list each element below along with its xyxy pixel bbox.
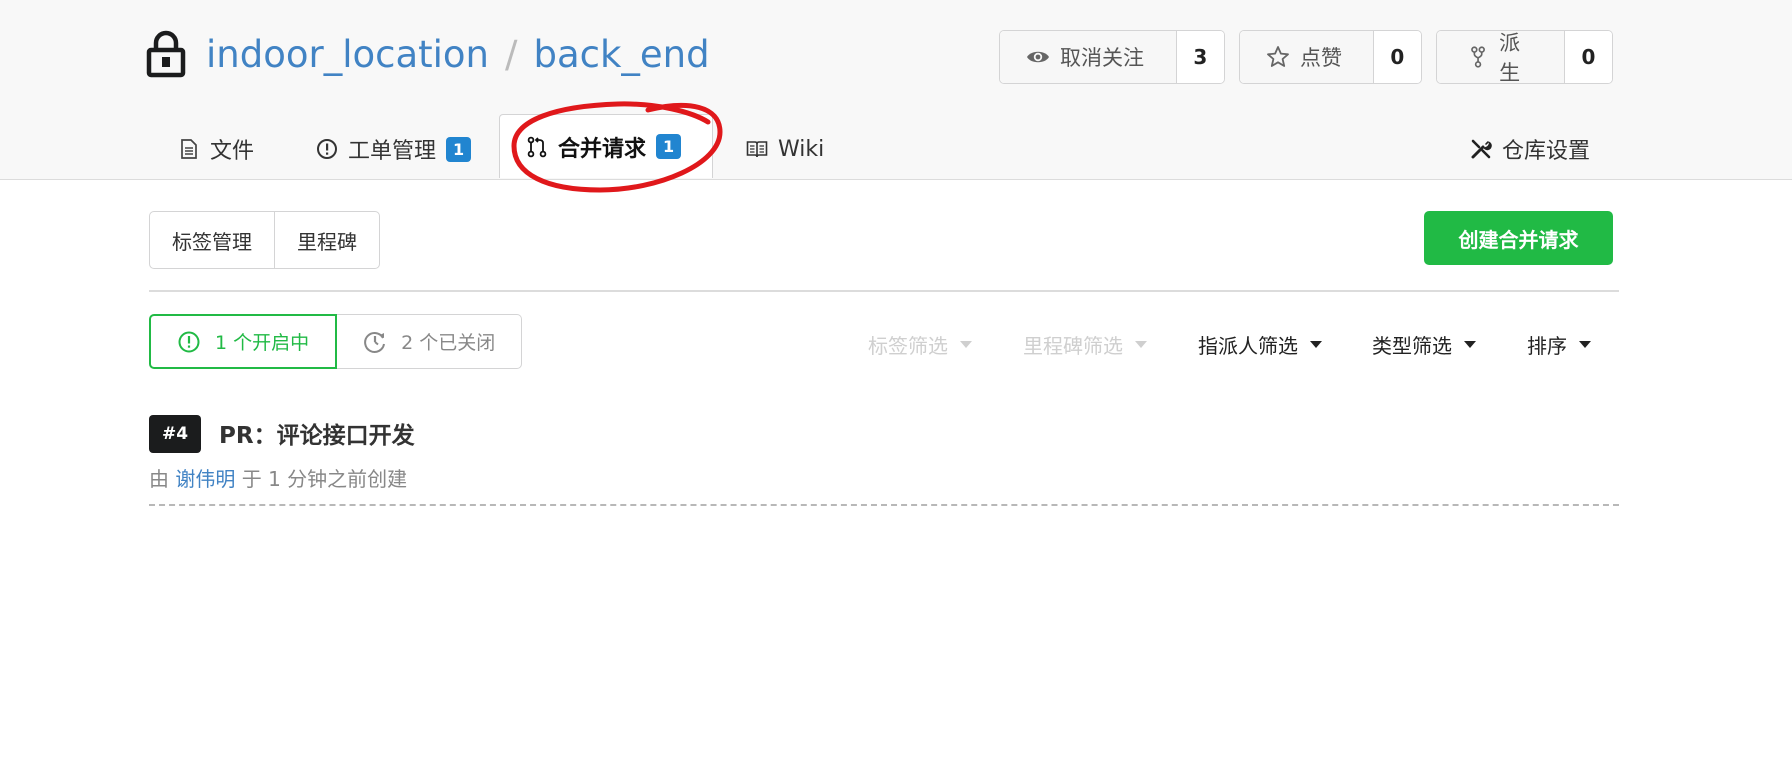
chevron-down-icon	[960, 340, 972, 348]
watch-count[interactable]: 3	[1176, 31, 1224, 83]
type-filter-label: 类型筛选	[1372, 333, 1452, 358]
issues-count-badge: 1	[446, 136, 472, 162]
tab-files-label: 文件	[210, 139, 255, 164]
repo-title: indoor_location / back_end	[146, 28, 710, 80]
labels-milestones-group: 标签管理 里程碑	[149, 211, 380, 269]
sort-label: 排序	[1527, 333, 1567, 358]
eye-icon	[1027, 51, 1049, 63]
closed-filter-button[interactable]: 2 个已关闭	[337, 314, 523, 369]
pr-number-label[interactable]: #4	[149, 415, 201, 453]
pr-meta-prefix: 由	[149, 467, 169, 491]
repo-header: indoor_location / back_end 取消关注 3 点赞 0 派…	[0, 0, 1792, 180]
star-button[interactable]: 点赞	[1240, 31, 1374, 83]
repo-name-link[interactable]: back_end	[533, 33, 709, 76]
fork-button-group: 派生 0	[1436, 30, 1613, 84]
watch-button-group: 取消关注 3	[999, 30, 1225, 84]
star-button-group: 点赞 0	[1239, 30, 1422, 84]
label-filter-label: 标签筛选	[868, 333, 948, 358]
unwatch-label: 取消关注	[1060, 46, 1144, 70]
milestone-filter-label: 里程碑筛选	[1023, 333, 1123, 358]
pr-author-link[interactable]: 谢伟明	[175, 467, 235, 491]
tab-pull-requests-label: 合并请求	[558, 136, 647, 162]
chevron-down-icon	[1310, 340, 1322, 348]
fork-icon	[1471, 46, 1485, 68]
tab-wiki-label: Wiki	[778, 136, 825, 162]
issue-opened-icon	[178, 331, 200, 352]
book-icon	[746, 141, 768, 158]
sort-dropdown[interactable]: 排序	[1527, 330, 1591, 358]
file-icon	[181, 139, 197, 159]
pr-meta-suffix: 于 1 分钟之前创建	[241, 467, 408, 491]
star-count[interactable]: 0	[1373, 31, 1421, 83]
create-pull-request-button[interactable]: 创建合并请求	[1424, 211, 1613, 265]
open-filter-button[interactable]: 1 个开启中	[149, 314, 338, 369]
repo-owner-link[interactable]: indoor_location	[206, 33, 489, 76]
tab-issues-label: 工单管理	[348, 139, 437, 164]
pr-meta: 由 谢伟明 于 1 分钟之前创建	[149, 463, 407, 492]
lock-icon	[146, 30, 186, 78]
assignee-filter-dropdown[interactable]: 指派人筛选	[1198, 330, 1322, 358]
unwatch-button[interactable]: 取消关注	[1000, 31, 1177, 83]
closed-count-label: 2 个已关闭	[401, 332, 496, 354]
state-toggle: 1 个开启中 2 个已关闭	[149, 314, 523, 369]
chevron-down-icon	[1464, 340, 1476, 348]
chevron-down-icon	[1135, 340, 1147, 348]
fork-button[interactable]: 派生	[1437, 31, 1565, 83]
issue-closed-icon	[364, 331, 386, 353]
fork-count[interactable]: 0	[1564, 31, 1612, 83]
pr-title-link[interactable]: PR：评论接口开发	[219, 416, 415, 450]
git-pull-request-icon	[527, 136, 547, 157]
tab-settings-label: 仓库设置	[1502, 139, 1591, 164]
milestones-button[interactable]: 里程碑	[274, 212, 379, 268]
star-icon	[1267, 46, 1289, 67]
tab-settings[interactable]: 仓库设置	[1470, 118, 1590, 180]
tab-wiki[interactable]: Wiki	[746, 118, 824, 180]
tools-icon	[1471, 139, 1492, 159]
issue-opened-icon	[317, 139, 337, 159]
fork-label: 派生	[1499, 31, 1521, 84]
pull-requests-count-badge: 1	[656, 134, 682, 159]
milestone-filter-dropdown[interactable]: 里程碑筛选	[1023, 330, 1147, 358]
labels-button[interactable]: 标签管理	[150, 212, 274, 268]
type-filter-dropdown[interactable]: 类型筛选	[1372, 330, 1476, 358]
repo-path-separator: /	[505, 32, 518, 76]
tab-files[interactable]: 文件	[178, 118, 254, 180]
assignee-filter-label: 指派人筛选	[1198, 333, 1298, 358]
open-count-label: 1 个开启中	[215, 332, 310, 354]
label-filter-dropdown[interactable]: 标签筛选	[868, 330, 972, 358]
chevron-down-icon	[1579, 340, 1591, 348]
list-item-divider	[149, 504, 1619, 506]
tab-pull-requests[interactable]: 合并请求 1	[499, 114, 713, 178]
tab-issues[interactable]: 工单管理 1	[316, 118, 472, 180]
star-label: 点赞	[1300, 46, 1342, 70]
divider	[149, 290, 1619, 292]
